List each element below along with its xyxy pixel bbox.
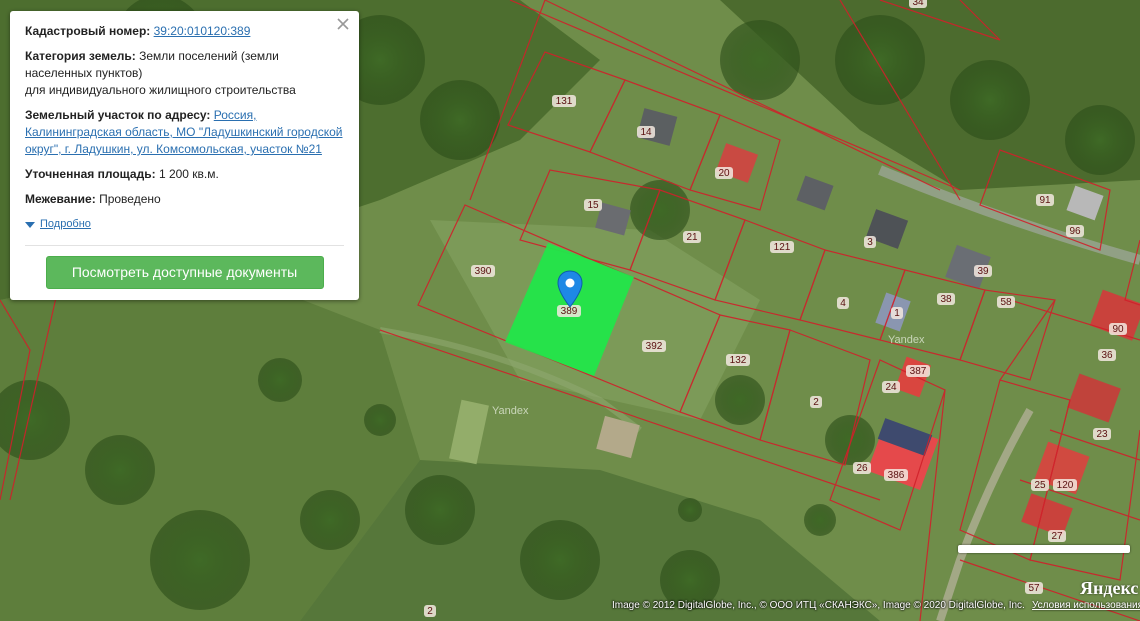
parcel-label[interactable]: 21 xyxy=(686,232,698,243)
parcel-label[interactable]: 132 xyxy=(730,355,747,366)
category-value-3: для индивидуального жилищного строительс… xyxy=(25,83,296,97)
scale-bar xyxy=(958,545,1130,553)
cadastral-row: Кадастровый номер: 39:20:010120:389 xyxy=(25,23,344,40)
parcel-label[interactable]: 36 xyxy=(1101,350,1113,361)
survey-value: Проведено xyxy=(99,192,161,206)
close-icon[interactable] xyxy=(334,15,352,33)
category-value-2: населенных пунктов) xyxy=(25,66,143,80)
parcel-label[interactable]: 2 xyxy=(427,606,433,617)
parcel-label[interactable]: 131 xyxy=(556,96,573,107)
area-row: Уточненная площадь: 1 200 кв.м. xyxy=(25,166,344,183)
survey-row: Межевание: Проведено xyxy=(25,191,344,208)
cadastral-label: Кадастровый номер: xyxy=(25,24,151,38)
parcel-label[interactable]: 4 xyxy=(840,298,846,309)
yandex-logo: Яндекс xyxy=(1080,578,1139,598)
parcel-label[interactable]: 1 xyxy=(894,308,900,319)
parcel-label[interactable]: 27 xyxy=(1051,531,1063,542)
parcel-label[interactable]: 387 xyxy=(910,366,927,377)
yandex-watermark: Yandex xyxy=(492,405,529,417)
parcel-label[interactable]: 392 xyxy=(646,341,663,352)
parcel-label[interactable]: 39 xyxy=(977,266,989,277)
category-label: Категория земель: xyxy=(25,49,136,63)
parcel-label[interactable]: 57 xyxy=(1028,583,1040,594)
parcel-label[interactable]: 15 xyxy=(587,200,599,211)
terms-link[interactable]: Условия использования xyxy=(1032,600,1140,611)
address-link-2[interactable]: Калининградская область, МО "Ладушкински… xyxy=(25,125,342,139)
parcel-label[interactable]: 120 xyxy=(1057,480,1074,491)
parcel-label[interactable]: 90 xyxy=(1112,324,1124,335)
parcel-label[interactable]: 58 xyxy=(1000,297,1012,308)
address-label: Земельный участок по адресу: xyxy=(25,108,211,122)
parcel-label[interactable]: 121 xyxy=(774,242,791,253)
cadastral-number-link[interactable]: 39:20:010120:389 xyxy=(154,24,251,38)
address-row: Земельный участок по адресу: Россия, Кал… xyxy=(25,107,344,158)
parcel-label[interactable]: 20 xyxy=(718,168,730,179)
parcel-label[interactable]: 34 xyxy=(912,0,924,8)
parcel-label[interactable]: 96 xyxy=(1069,226,1081,237)
survey-label: Межевание: xyxy=(25,192,96,206)
category-value-1: Земли поселений (земли xyxy=(139,49,279,63)
area-label: Уточненная площадь: xyxy=(25,167,156,181)
details-toggle[interactable]: Подробно xyxy=(25,216,344,233)
parcel-label[interactable]: 3 xyxy=(867,237,873,248)
address-link-3[interactable]: округ", г. Ладушкин, ул. Комсомольская, … xyxy=(25,142,322,156)
parcel-info-popup: Кадастровый номер: 39:20:010120:389 Кате… xyxy=(10,11,359,300)
view-documents-button[interactable]: Посмотреть доступные документы xyxy=(45,256,324,289)
category-row: Категория земель: Земли поселений (земли… xyxy=(25,48,344,99)
copyright-text: Image © 2012 DigitalGlobe, Inc., © ООО И… xyxy=(612,600,1025,611)
parcel-label[interactable]: 390 xyxy=(475,266,492,277)
parcel-label[interactable]: 26 xyxy=(856,463,868,474)
area-value: 1 200 кв.м. xyxy=(158,167,219,181)
yandex-watermark: Yandex xyxy=(888,334,925,346)
parcel-label[interactable]: 38 xyxy=(940,294,952,305)
divider xyxy=(25,245,344,246)
address-link-1[interactable]: Россия, xyxy=(214,108,257,122)
parcel-label[interactable]: 14 xyxy=(640,127,652,138)
parcel-label[interactable]: 2 xyxy=(813,397,819,408)
details-link[interactable]: Подробно xyxy=(40,216,91,233)
parcel-label[interactable]: 91 xyxy=(1039,195,1051,206)
triangle-down-icon xyxy=(25,221,35,228)
parcel-label[interactable]: 25 xyxy=(1034,480,1046,491)
parcel-label[interactable]: 24 xyxy=(885,382,897,393)
parcel-label[interactable]: 386 xyxy=(888,470,905,481)
parcel-label[interactable]: 23 xyxy=(1096,429,1108,440)
location-pin-icon[interactable] xyxy=(557,270,583,308)
